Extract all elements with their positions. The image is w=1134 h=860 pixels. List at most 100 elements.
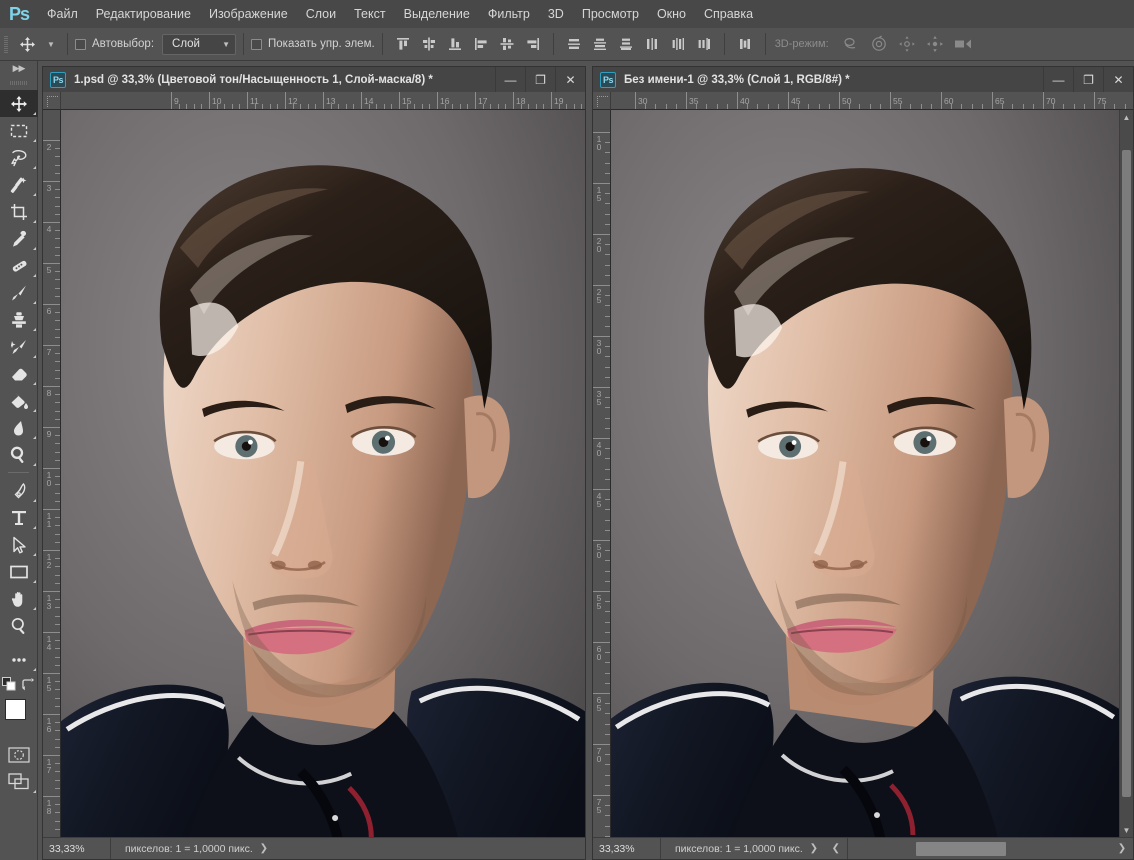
align-top-edges-button[interactable] bbox=[390, 31, 416, 57]
menu-window[interactable]: Окно bbox=[648, 2, 695, 27]
horizontal-scrollbar-track[interactable] bbox=[846, 837, 1111, 859]
foreground-color-swatch[interactable] bbox=[5, 699, 26, 720]
horizontal-ruler-right[interactable]: 3035404550556065707580 bbox=[611, 92, 1133, 110]
lasso-tool[interactable] bbox=[0, 144, 38, 171]
dodge-tool[interactable] bbox=[0, 441, 38, 468]
status-menu-chevron-right-icon[interactable]: ❯ bbox=[253, 838, 275, 860]
auto-select-target-dropdown[interactable]: Слой ▼ bbox=[162, 33, 237, 55]
screen-mode-button[interactable] bbox=[0, 768, 38, 795]
quick-mask-button[interactable] bbox=[0, 741, 38, 768]
healing-brush-tool[interactable] bbox=[0, 252, 38, 279]
collapse-panel-button[interactable]: ▶▶ bbox=[0, 61, 37, 76]
distribute-left-edges-button[interactable] bbox=[639, 31, 665, 57]
gradient-tool[interactable] bbox=[0, 387, 38, 414]
ruler-label: 2 bbox=[46, 142, 52, 152]
menu-layers[interactable]: Слои bbox=[297, 2, 345, 27]
align-vertical-centers-button[interactable] bbox=[416, 31, 442, 57]
tool-submenu-triangle-icon bbox=[33, 607, 36, 610]
ruler-minor-tick bbox=[55, 746, 60, 748]
menu-type[interactable]: Текст bbox=[345, 2, 394, 27]
document-titlebar-right[interactable]: Ps Без имени-1 @ 33,3% (Слой 1, RGB/8#) … bbox=[592, 66, 1134, 93]
menu-help[interactable]: Справка bbox=[695, 2, 762, 27]
eyedropper-tool[interactable] bbox=[0, 225, 38, 252]
scroll-right-icon[interactable]: ❯ bbox=[1111, 838, 1133, 860]
scroll-up-icon[interactable]: ▲ bbox=[1120, 110, 1133, 124]
ruler-tick bbox=[593, 642, 610, 643]
vertical-ruler-right[interactable]: 101520253035404550556065707580 bbox=[593, 110, 611, 859]
portrait-photo-left[interactable] bbox=[61, 110, 585, 859]
options-bar-grip[interactable] bbox=[0, 28, 12, 61]
pen-tool[interactable] bbox=[0, 477, 38, 504]
distribute-vertical-centers-button[interactable] bbox=[587, 31, 613, 57]
minimize-button[interactable]: — bbox=[1043, 66, 1073, 93]
default-colors-icon[interactable] bbox=[2, 677, 16, 691]
align-right-edges-button[interactable] bbox=[520, 31, 546, 57]
auto-select-checkbox[interactable] bbox=[75, 38, 86, 50]
magic-wand-tool[interactable] bbox=[0, 171, 38, 198]
menu-view[interactable]: Просмотр bbox=[573, 2, 648, 27]
maximize-button[interactable]: ❐ bbox=[1073, 66, 1103, 93]
tools-panel-grip[interactable] bbox=[0, 76, 37, 90]
menu-3d[interactable]: 3D bbox=[539, 2, 573, 27]
swap-colors-icon[interactable] bbox=[21, 677, 35, 691]
distribute-horizontal-centers-button[interactable] bbox=[665, 31, 691, 57]
distribute-right-edges-button[interactable] bbox=[691, 31, 717, 57]
menu-image[interactable]: Изображение bbox=[200, 2, 297, 27]
ruler-minor-tick bbox=[716, 104, 718, 109]
align-left-edges-button[interactable] bbox=[468, 31, 494, 57]
distribute-bottom-edges-button[interactable] bbox=[613, 31, 639, 57]
type-tool[interactable] bbox=[0, 504, 38, 531]
portrait-photo-right[interactable] bbox=[611, 110, 1119, 859]
hand-tool[interactable] bbox=[0, 585, 38, 612]
ruler-origin-left[interactable] bbox=[43, 92, 61, 110]
minimize-button[interactable]: — bbox=[495, 66, 525, 93]
auto-align-layers-button[interactable] bbox=[732, 31, 758, 57]
move-tool-icon[interactable] bbox=[12, 31, 42, 57]
distribute-top-edges-button[interactable] bbox=[561, 31, 587, 57]
canvas-right[interactable] bbox=[611, 110, 1119, 859]
blur-tool[interactable] bbox=[0, 414, 38, 441]
zoom-tool[interactable] bbox=[0, 612, 38, 639]
horizontal-scrollbar-thumb[interactable] bbox=[916, 841, 1006, 856]
move-tool[interactable] bbox=[0, 90, 38, 117]
tool-preset-chevron-down-icon[interactable]: ▼ bbox=[42, 31, 60, 57]
edit-toolbar-tool[interactable] bbox=[0, 646, 38, 673]
vertical-scrollbar-thumb[interactable] bbox=[1122, 150, 1131, 797]
path-selection-tool[interactable] bbox=[0, 531, 38, 558]
menu-edit[interactable]: Редактирование bbox=[87, 2, 200, 27]
crop-tool[interactable] bbox=[0, 198, 38, 225]
ruler-minor-tick bbox=[930, 104, 932, 109]
horizontal-ruler-left[interactable]: 91011121314151617181920 bbox=[61, 92, 585, 110]
ruler-minor-tick bbox=[605, 672, 610, 674]
menu-file[interactable]: Файл bbox=[38, 2, 87, 27]
zoom-level-left[interactable]: 33,33% bbox=[43, 837, 111, 859]
vertical-scrollbar-right[interactable]: ▲ ▼ bbox=[1119, 110, 1133, 837]
align-horizontal-centers-button[interactable] bbox=[494, 31, 520, 57]
show-transform-checkbox[interactable] bbox=[251, 38, 263, 50]
eraser-tool[interactable] bbox=[0, 360, 38, 387]
scroll-down-icon[interactable]: ▼ bbox=[1120, 823, 1133, 837]
clone-stamp-tool[interactable] bbox=[0, 306, 38, 333]
menu-filter[interactable]: Фильтр bbox=[479, 2, 539, 27]
canvas-left[interactable] bbox=[61, 110, 585, 859]
scroll-left-icon[interactable]: ❮ bbox=[825, 838, 847, 860]
status-menu-chevron-right-icon[interactable]: ❯ bbox=[803, 838, 825, 860]
maximize-button[interactable]: ❐ bbox=[525, 66, 555, 93]
close-button[interactable]: ✕ bbox=[1103, 66, 1133, 93]
vertical-ruler-left[interactable]: 2345678910111213141516171819 bbox=[43, 110, 61, 859]
ruler-label: 40 bbox=[596, 440, 602, 458]
ruler-minor-tick bbox=[1124, 104, 1126, 109]
ruler-minor-tick bbox=[605, 570, 610, 572]
auto-select-option[interactable]: Автовыбор: bbox=[75, 38, 154, 50]
menu-select[interactable]: Выделение bbox=[395, 2, 479, 27]
align-bottom-edges-button[interactable] bbox=[442, 31, 468, 57]
ruler-origin-right[interactable] bbox=[593, 92, 611, 110]
rectangular-marquee-tool[interactable] bbox=[0, 117, 38, 144]
rectangle-tool[interactable] bbox=[0, 558, 38, 585]
zoom-level-right[interactable]: 33,33% bbox=[593, 837, 661, 859]
brush-tool[interactable] bbox=[0, 279, 38, 306]
history-brush-tool[interactable] bbox=[0, 333, 38, 360]
close-button[interactable]: ✕ bbox=[555, 66, 585, 93]
show-transform-controls-option[interactable]: Показать упр. элем. bbox=[251, 38, 375, 50]
document-titlebar-left[interactable]: Ps 1.psd @ 33,3% (Цветовой тон/Насыщенно… bbox=[42, 66, 586, 93]
